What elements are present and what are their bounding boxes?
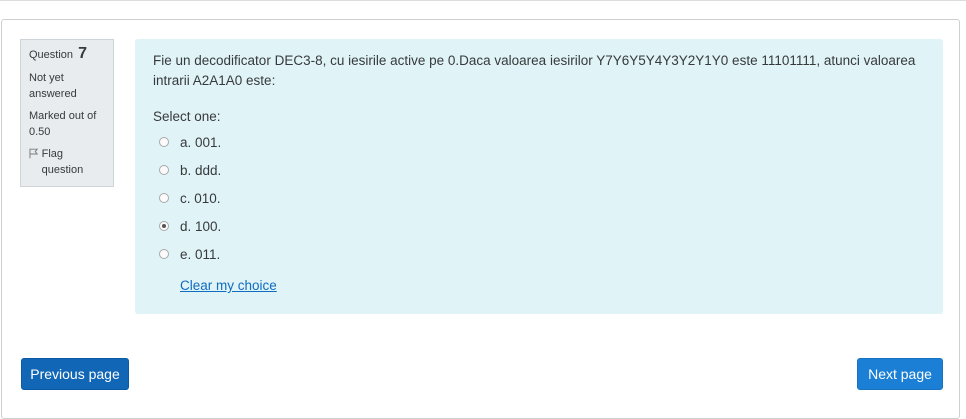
question-number: 7 xyxy=(78,45,87,62)
answer-label-b[interactable]: b. ddd. xyxy=(180,163,221,178)
answer-label-a[interactable]: a. 001. xyxy=(180,135,221,150)
flag-icon xyxy=(29,148,39,159)
answer-option-a[interactable]: a. 001. xyxy=(153,128,925,156)
answer-option-c[interactable]: c. 010. xyxy=(153,184,925,212)
question-text: Fie un decodificator DEC3-8, cu iesirile… xyxy=(153,53,916,88)
next-page-button[interactable]: Next page xyxy=(857,358,943,390)
question-label: Question xyxy=(29,49,74,61)
question-state: Not yet answered xyxy=(29,72,77,100)
answer-label-e[interactable]: e. 011. xyxy=(180,247,220,262)
select-one-prompt: Select one: xyxy=(153,109,221,124)
answer-label-c[interactable]: c. 010. xyxy=(180,191,221,206)
answer-label-d[interactable]: d. 100. xyxy=(180,219,221,234)
answer-option-d[interactable]: d. 100. xyxy=(153,212,925,240)
answer-option-b[interactable]: b. ddd. xyxy=(153,156,925,184)
question-content: Fie un decodificator DEC3-8, cu iesirile… xyxy=(135,39,943,314)
answer-radio-e[interactable] xyxy=(159,249,169,259)
answer-radio-a[interactable] xyxy=(159,137,169,147)
answer-radio-c[interactable] xyxy=(159,193,169,203)
previous-page-button[interactable]: Previous page xyxy=(21,358,129,390)
top-divider xyxy=(0,0,966,1)
question-info-panel: Question 7 Not yet answered Marked out o… xyxy=(20,39,114,187)
question-number-line: Question 7 xyxy=(29,46,105,64)
clear-my-choice-link[interactable]: Clear my choice xyxy=(180,278,277,293)
question-grade: Marked out of 0.50 xyxy=(29,110,97,138)
flag-question-label: Flag question xyxy=(41,148,84,176)
answer-radio-d[interactable] xyxy=(159,221,169,231)
answer-radio-b[interactable] xyxy=(159,165,169,175)
flag-question-toggle[interactable]: Flag question xyxy=(29,146,105,178)
answer-option-e[interactable]: e. 011. xyxy=(153,240,925,268)
answer-options: a. 001. b. ddd. c. 010. d. 100. e. 011. xyxy=(153,128,925,268)
